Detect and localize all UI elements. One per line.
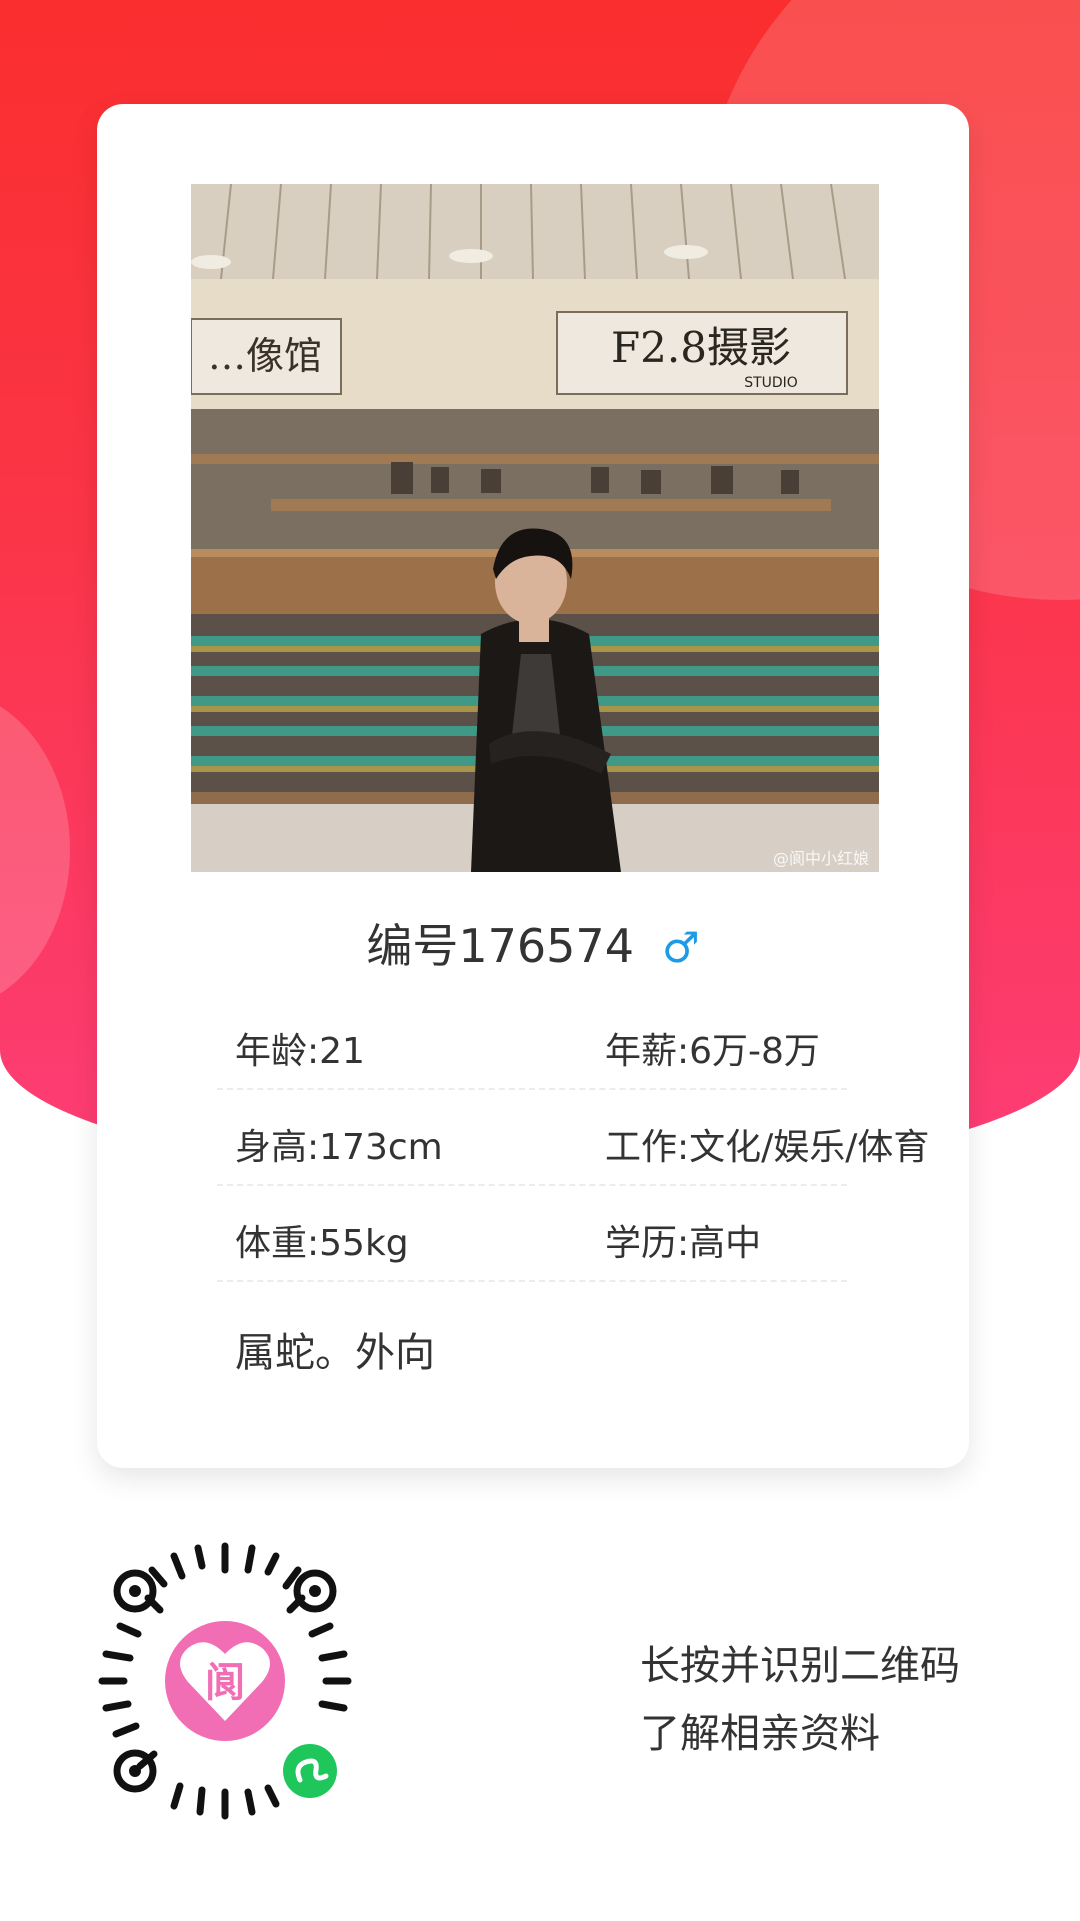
age-field: 年龄:21 (235, 1031, 365, 1072)
job-field: 工作:文化/娱乐/体育 (605, 1127, 930, 1168)
sign-right-text: F2.8摄影 (611, 323, 791, 372)
info-row: 身高:173cm 工作:文化/娱乐/体育 (217, 1090, 929, 1186)
profile-info-grid: 年龄:21 年薪:6万-8万 身高:173cm 工作:文化/娱乐/体育 体重:5… (217, 994, 929, 1282)
photo-watermark: @阆中小红娘 (773, 849, 869, 868)
decorative-blob (0, 690, 70, 1010)
qr-hint-line2: 了解相亲资料 (640, 1711, 880, 1757)
profile-photo[interactable]: …像馆 F2.8摄影 STUDIO @阆中小红娘 (191, 184, 879, 872)
qr-hint-line1: 长按并识别二维码 (640, 1643, 960, 1689)
qr-logo-char: 阆 (205, 1660, 245, 1706)
sign-left-text: …像馆 (208, 334, 322, 378)
profile-description: 属蛇。外向 (235, 1330, 435, 1376)
qr-hint: 长按并识别二维码 了解相亲资料 (640, 1632, 960, 1768)
male-icon: ♂ (661, 923, 700, 972)
miniprogram-qr-code[interactable]: 阆 (80, 1536, 370, 1826)
weight-field: 体重:55kg (235, 1223, 409, 1264)
info-row: 体重:55kg 学历:高中 (217, 1186, 847, 1282)
education-field: 学历:高中 (605, 1223, 762, 1264)
info-row: 年龄:21 年薪:6万-8万 (217, 994, 847, 1090)
height-field: 身高:173cm (235, 1127, 443, 1168)
profile-card: …像馆 F2.8摄影 STUDIO @阆中小红娘 编号176574 ♂ 年龄:2… (97, 104, 969, 1468)
sign-right-sub: STUDIO (744, 375, 798, 391)
profile-title-row: 编号176574 ♂ (97, 910, 969, 976)
salary-field: 年薪:6万-8万 (605, 1031, 820, 1072)
profile-id: 编号176574 (366, 919, 634, 973)
